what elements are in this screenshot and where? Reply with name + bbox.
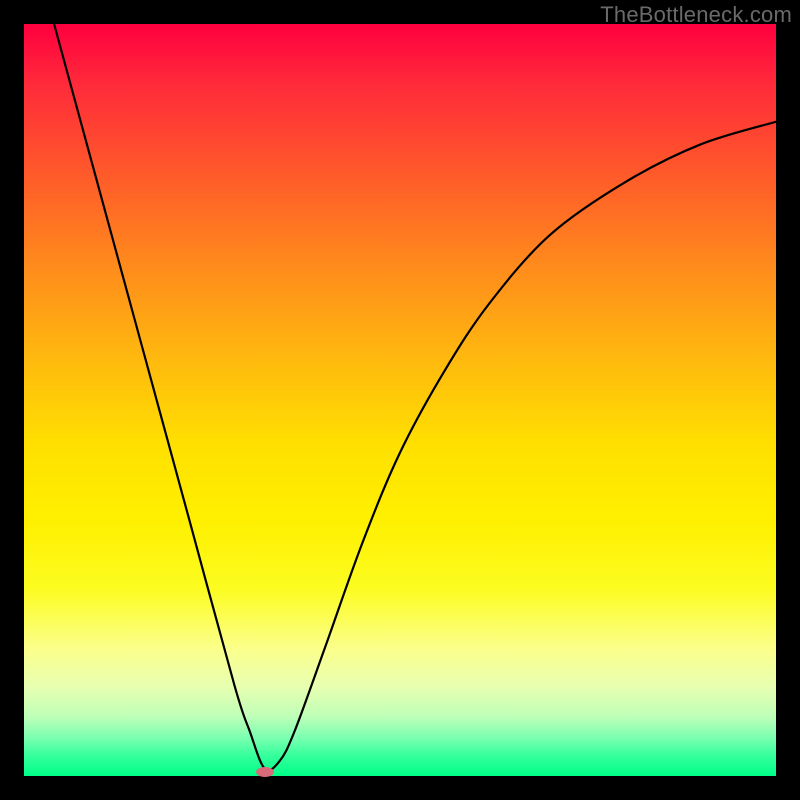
chart-container: TheBottleneck.com bbox=[0, 0, 800, 800]
curve-svg bbox=[24, 24, 776, 776]
bottleneck-curve bbox=[54, 24, 776, 770]
minimum-marker bbox=[256, 767, 274, 777]
plot-area bbox=[24, 24, 776, 776]
watermark-text: TheBottleneck.com bbox=[600, 2, 792, 28]
